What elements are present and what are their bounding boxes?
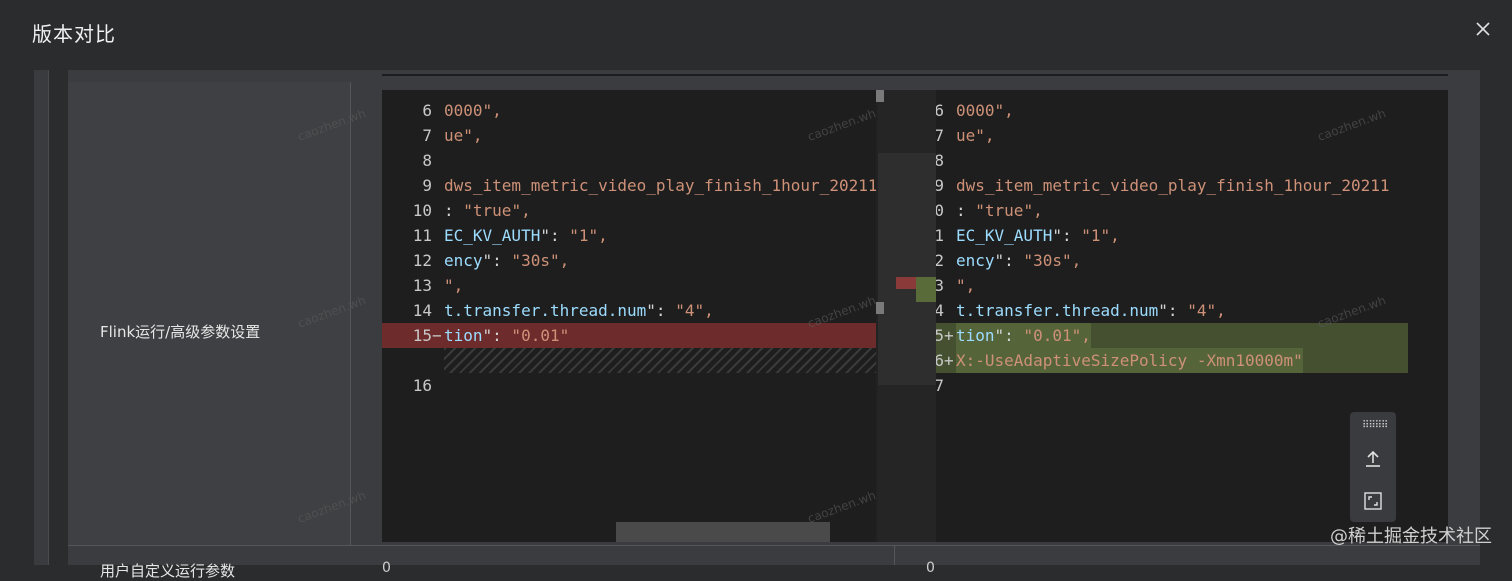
code-line[interactable]	[382, 348, 894, 373]
line-number: 7	[422, 126, 432, 145]
code-line[interactable]: 12ency": "30s",	[894, 248, 1448, 273]
code-line[interactable]: 10: "true",	[894, 198, 1448, 223]
code-text: ue",	[444, 126, 483, 145]
overview-ruler-thumb[interactable]	[878, 153, 936, 385]
code-line[interactable]: 9 dws_item_metric_video_play_finish_1hour…	[894, 173, 1448, 198]
row-value-left: 0	[382, 560, 391, 576]
line-number: 8	[422, 151, 432, 170]
diff-floating-toolbar: ⠿⠿⠿⠿	[1350, 412, 1396, 522]
scroll-marker	[878, 90, 884, 102]
code-line[interactable]: 13",	[894, 273, 1448, 298]
code-text: EC_KV_AUTH": "1",	[956, 226, 1120, 245]
code-text: EC_KV_AUTH": "1",	[444, 226, 608, 245]
code-line[interactable]: 11 EC_KV_AUTH": "1",	[382, 223, 894, 248]
code-line[interactable]: 10 : "true",	[382, 198, 894, 223]
row-label-flink: Flink运行/高级参数设置	[100, 323, 261, 341]
code-text: t.transfer.thread.num": "4",	[444, 301, 714, 320]
line-number: 15	[412, 326, 432, 345]
line-number: 10	[412, 201, 432, 220]
code-text: 0000",	[956, 101, 1014, 120]
code-text: t.transfer.thread.num": "4",	[956, 301, 1226, 320]
code-line[interactable]: 12 ency": "30s",	[382, 248, 894, 273]
overview-removed-marker	[896, 277, 916, 289]
code-text: : "true",	[444, 201, 531, 220]
code-text: ency": "30s",	[444, 251, 570, 270]
code-text: ue",	[956, 126, 995, 145]
line-number: 6	[422, 101, 432, 120]
close-icon	[1476, 22, 1490, 36]
source-credit: @稀土掘金技术社区	[1330, 526, 1492, 547]
line-number: 9	[422, 176, 432, 195]
code-line[interactable]: 11EC_KV_AUTH": "1",	[894, 223, 1448, 248]
left-rail	[34, 70, 49, 565]
code-line[interactable]: 8	[382, 148, 894, 173]
editor-top-border	[382, 74, 1448, 76]
code-line[interactable]: 13 ",	[382, 273, 894, 298]
code-line[interactable]: 16+X:-UseAdaptiveSizePolicy -Xmn10000m"	[894, 348, 1448, 373]
modal-title: 版本对比	[32, 22, 116, 46]
row-divider	[68, 545, 1480, 546]
horizontal-scrollbar-thumb[interactable]	[616, 522, 830, 542]
code-text: ency": "30s",	[956, 251, 1082, 270]
code-text: tion": "0.01"	[444, 326, 570, 345]
fullscreen-button[interactable]	[1360, 488, 1386, 514]
code-line[interactable]: 16	[382, 373, 894, 398]
upload-button[interactable]	[1360, 446, 1386, 472]
row-value-right: 0	[926, 560, 935, 576]
line-number: 14	[412, 301, 432, 320]
code-line[interactable]: 8	[894, 148, 1448, 173]
code-line[interactable]: 9 dws_item_metric_video_play_finish_1hour…	[382, 173, 894, 198]
drag-handle-icon[interactable]: ⠿⠿⠿⠿	[1362, 420, 1388, 431]
overview-ruler[interactable]	[878, 90, 936, 542]
modal-header: 版本对比	[0, 0, 1512, 64]
code-text: dws_item_metric_video_play_finish_1hour_…	[444, 176, 878, 195]
code-line[interactable]: 17	[894, 373, 1448, 398]
code-text: ",	[956, 276, 976, 295]
comparison-table: Flink运行/高级参数设置 6 0000", 7 ue", 8 9 dws_item_me…	[68, 70, 1480, 580]
added-marker: +	[944, 326, 954, 345]
column-divider	[894, 546, 895, 565]
line-number: 12	[412, 251, 432, 270]
scroll-marker	[878, 302, 884, 314]
code-text: dws_item_metric_video_play_finish_1hour_…	[956, 176, 1390, 195]
row-label-custom-params: 用户自定义运行参数	[100, 562, 236, 580]
code-line[interactable]: 15+tion": "0.01",	[894, 323, 1448, 348]
line-number: 11	[412, 226, 432, 245]
added-marker: +	[944, 351, 954, 370]
code-text: 0000",	[444, 101, 502, 120]
code-line[interactable]: 6 0000",	[382, 98, 894, 123]
close-button[interactable]	[1470, 16, 1496, 42]
fullscreen-icon	[1364, 492, 1382, 510]
line-number: 16	[412, 376, 432, 395]
code-text: X:-UseAdaptiveSizePolicy -Xmn10000m"	[956, 348, 1303, 373]
line-number: 13	[412, 276, 432, 295]
code-text: tion": "0.01",	[956, 323, 1091, 348]
code-text: ",	[444, 276, 464, 295]
removed-marker: −	[432, 326, 442, 345]
modal-body: Flink运行/高级参数设置 6 0000", 7 ue", 8 9 dws_item_me…	[0, 64, 1512, 580]
upload-icon	[1366, 450, 1380, 467]
diff-editor[interactable]: 6 0000", 7 ue", 8 9 dws_item_metric_video_play…	[382, 90, 1448, 542]
overview-added-marker	[916, 277, 936, 302]
code-text: : "true",	[956, 201, 1043, 220]
